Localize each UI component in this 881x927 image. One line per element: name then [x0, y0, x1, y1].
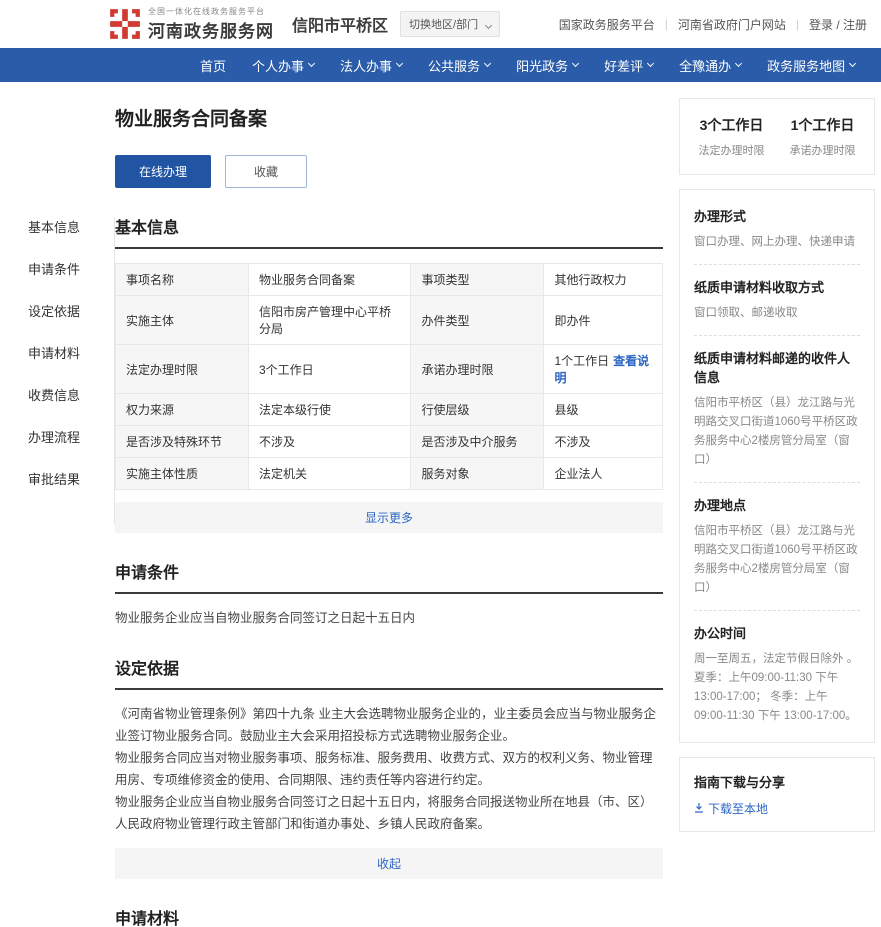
brand-logo-icon: [110, 9, 140, 39]
materials-heading: 申请材料: [115, 905, 663, 927]
chevron-down-icon: [572, 59, 580, 68]
site-name: 河南政务服务网: [148, 22, 274, 41]
basis-paragraph: 《河南省物业管理条例》第四十九条 业主大会选聘物业服务企业的，业主委员会应当与物…: [115, 707, 656, 744]
handling-form-section: 办理形式 窗口办理、网上办理、快递申请: [694, 209, 855, 248]
nav-rating[interactable]: 好差评: [604, 56, 655, 75]
sidebar-item-conditions[interactable]: 申请条件: [28, 259, 114, 278]
materials-section: 申请材料 序号 材料名称 来源渠道 来源渠道说明 材料必要性 材料下载 材料类型…: [115, 905, 663, 927]
table-row: 法定办理时限 3个工作日 承诺办理时限 1个工作日 查看说明: [115, 344, 663, 394]
conditions-text: 物业服务企业应当自物业服务合同签订之日起十五日内: [115, 611, 416, 625]
right-panel: 3个工作日 法定办理时限 1个工作日 承诺办理时限 办理形式 窗口办理、网上办理…: [679, 82, 875, 927]
sidebar-item-materials[interactable]: 申请材料: [28, 343, 114, 362]
download-local-link[interactable]: 下载至本地: [694, 800, 860, 817]
chevron-down-icon: [735, 59, 743, 68]
site-logo[interactable]: 全国一体化在线政务服务平台 河南政务服务网: [108, 6, 274, 42]
divider: |: [664, 17, 668, 31]
statutory-limit-value: 3个工作日: [699, 117, 764, 133]
sidebar-item-approval-result[interactable]: 审批结果: [28, 469, 114, 488]
top-header: 全国一体化在线政务服务平台 河南政务服务网 信阳市平桥区 切换地区/部门 国家政…: [0, 0, 881, 48]
login-register-link[interactable]: 登录 / 注册: [809, 16, 867, 33]
table-row: 实施主体 信阳市房产管理中心平桥分局 办件类型 即办件: [115, 295, 663, 345]
service-info-box: 办理形式 窗口办理、网上办理、快递申请 纸质申请材料收取方式 窗口领取、邮递收取…: [679, 189, 875, 743]
nav-public-services[interactable]: 公共服务: [428, 56, 492, 75]
collapse-bar: 收起: [115, 847, 663, 879]
nav-service-map[interactable]: 政务服务地图: [767, 56, 857, 75]
conditions-section: 申请条件 物业服务企业应当自物业服务合同签订之日起十五日内: [115, 559, 663, 629]
sidebar-item-process[interactable]: 办理流程: [28, 427, 114, 446]
guide-box-title: 指南下载与分享: [694, 774, 786, 790]
show-more-link[interactable]: 显示更多: [365, 511, 413, 525]
handling-location-section: 办理地点 信阳市平桥区（县）龙江路与光明路交叉口街道1060号平桥区政务服务中心…: [694, 481, 860, 610]
platform-subtitle: 全国一体化在线政务服务平台: [148, 7, 265, 16]
paper-material-collection-section: 纸质申请材料收取方式 窗口领取、邮递收取: [694, 263, 860, 335]
basic-info-section: 基本信息 事项名称 物业服务合同备案 事项类型 其他行政权力 实施主体 信阳市房…: [115, 214, 663, 533]
statutory-limit-label: 法定办理时限: [698, 145, 765, 157]
basis-paragraph: 物业服务合同应当对物业服务事项、服务标准、服务费用、收费方式、双方的权利义务、物…: [115, 751, 653, 787]
online-apply-button[interactable]: 在线办理: [115, 155, 212, 188]
divider: |: [795, 17, 799, 31]
promised-limit-label: 承诺办理时限: [789, 145, 856, 157]
table-row: 事项名称 物业服务合同备案 事项类型 其他行政权力: [115, 263, 663, 296]
switch-region-button[interactable]: 切换地区/部门: [400, 11, 501, 37]
nav-legal-services[interactable]: 法人办事: [340, 56, 404, 75]
table-row: 实施主体性质 法定机关 服务对象 企业法人: [115, 457, 663, 490]
nav-personal-services[interactable]: 个人办事: [252, 56, 316, 75]
table-row: 是否涉及特殊环节 不涉及 是否涉及中介服务 不涉及: [115, 425, 663, 458]
favorite-button[interactable]: 收藏: [225, 155, 308, 188]
chevron-down-icon: [485, 21, 493, 30]
show-more-bar: 显示更多: [115, 502, 663, 533]
nav-home[interactable]: 首页: [200, 56, 226, 75]
basis-paragraph: 物业服务企业应当自物业服务合同签订之日起十五日内，将服务合同报送物业所在地县（市…: [115, 794, 653, 831]
main-navigation: 首页 个人办事 法人办事 公共服务 阳光政务 好差评 全豫通办 政务服务地图: [0, 48, 881, 82]
time-limit-box: 3个工作日 法定办理时限 1个工作日 承诺办理时限: [679, 98, 875, 175]
page-title: 物业服务合同备案: [115, 109, 268, 130]
anchor-sidebar: 基本信息 申请条件 设定依据 申请材料 收费信息 办理流程 审批结果: [10, 82, 115, 927]
nav-province-wide[interactable]: 全豫通办: [679, 56, 743, 75]
collapse-link[interactable]: 收起: [377, 857, 401, 871]
mail-recipient-section: 纸质申请材料邮递的收件人信息 信阳市平桥区（县）龙江路与光明路交叉口街道1060…: [694, 334, 860, 482]
basis-heading: 设定依据: [115, 655, 663, 691]
sidebar-item-basic-info[interactable]: 基本信息: [28, 217, 114, 236]
basic-info-heading: 基本信息: [115, 214, 663, 249]
chevron-down-icon: [396, 59, 404, 68]
download-icon: [695, 803, 703, 813]
henan-portal-link[interactable]: 河南省政府门户网站: [678, 16, 786, 33]
chevron-down-icon: [307, 59, 316, 68]
chevron-down-icon: [647, 59, 655, 68]
table-row: 权力来源 法定本级行使 行使层级 县级: [115, 393, 663, 426]
basic-info-table: 事项名称 物业服务合同备案 事项类型 其他行政权力 实施主体 信阳市房产管理中心…: [115, 263, 663, 490]
nav-sunshine-gov[interactable]: 阳光政务: [516, 56, 580, 75]
office-hours-section: 办公时间 周一至周五，法定节假日除外 。 夏季：上午09:00-11:30 下午…: [694, 609, 860, 738]
promised-limit-value: 1个工作日: [790, 117, 855, 133]
guide-download-box: 指南下载与分享 下载至本地: [679, 756, 875, 832]
basis-section: 设定依据 《河南省物业管理条例》第四十九条 业主大会选聘物业服务企业的，业主委员…: [115, 655, 663, 879]
conditions-heading: 申请条件: [115, 559, 663, 594]
current-region: 信阳市平桥区: [292, 18, 389, 35]
chevron-down-icon: [849, 59, 857, 68]
chevron-down-icon: [484, 59, 492, 68]
sidebar-item-basis[interactable]: 设定依据: [28, 301, 114, 320]
national-platform-link[interactable]: 国家政务服务平台: [559, 16, 655, 33]
sidebar-item-fees[interactable]: 收费信息: [28, 385, 114, 404]
